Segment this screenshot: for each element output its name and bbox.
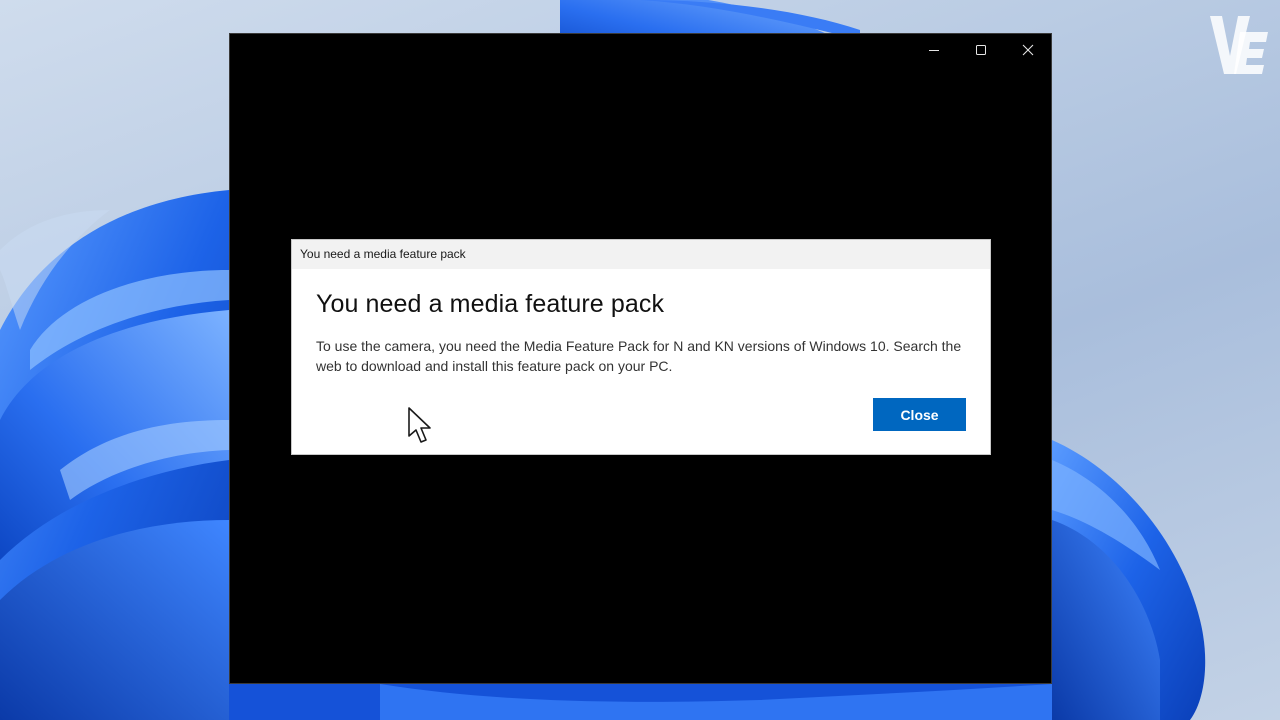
desktop: You need a media feature pack You need a… <box>0 0 1280 720</box>
dialog-close-button[interactable]: Close <box>873 398 966 431</box>
window-close-button[interactable] <box>1004 34 1051 66</box>
window-caption-buttons <box>910 34 1051 66</box>
dialog-message: To use the camera, you need the Media Fe… <box>316 338 962 374</box>
media-feature-pack-dialog: You need a media feature pack You need a… <box>291 239 991 455</box>
dialog-title-bar: You need a media feature pack <box>292 240 990 269</box>
dialog-heading: You need a media feature pack <box>316 290 665 318</box>
maximize-icon <box>975 45 986 55</box>
minimize-button[interactable] <box>910 34 957 66</box>
maximize-button[interactable] <box>957 34 1004 66</box>
channel-logo-icon <box>1210 16 1268 74</box>
mouse-pointer-icon <box>408 407 431 443</box>
close-icon <box>1022 44 1033 56</box>
minimize-icon <box>928 50 939 51</box>
